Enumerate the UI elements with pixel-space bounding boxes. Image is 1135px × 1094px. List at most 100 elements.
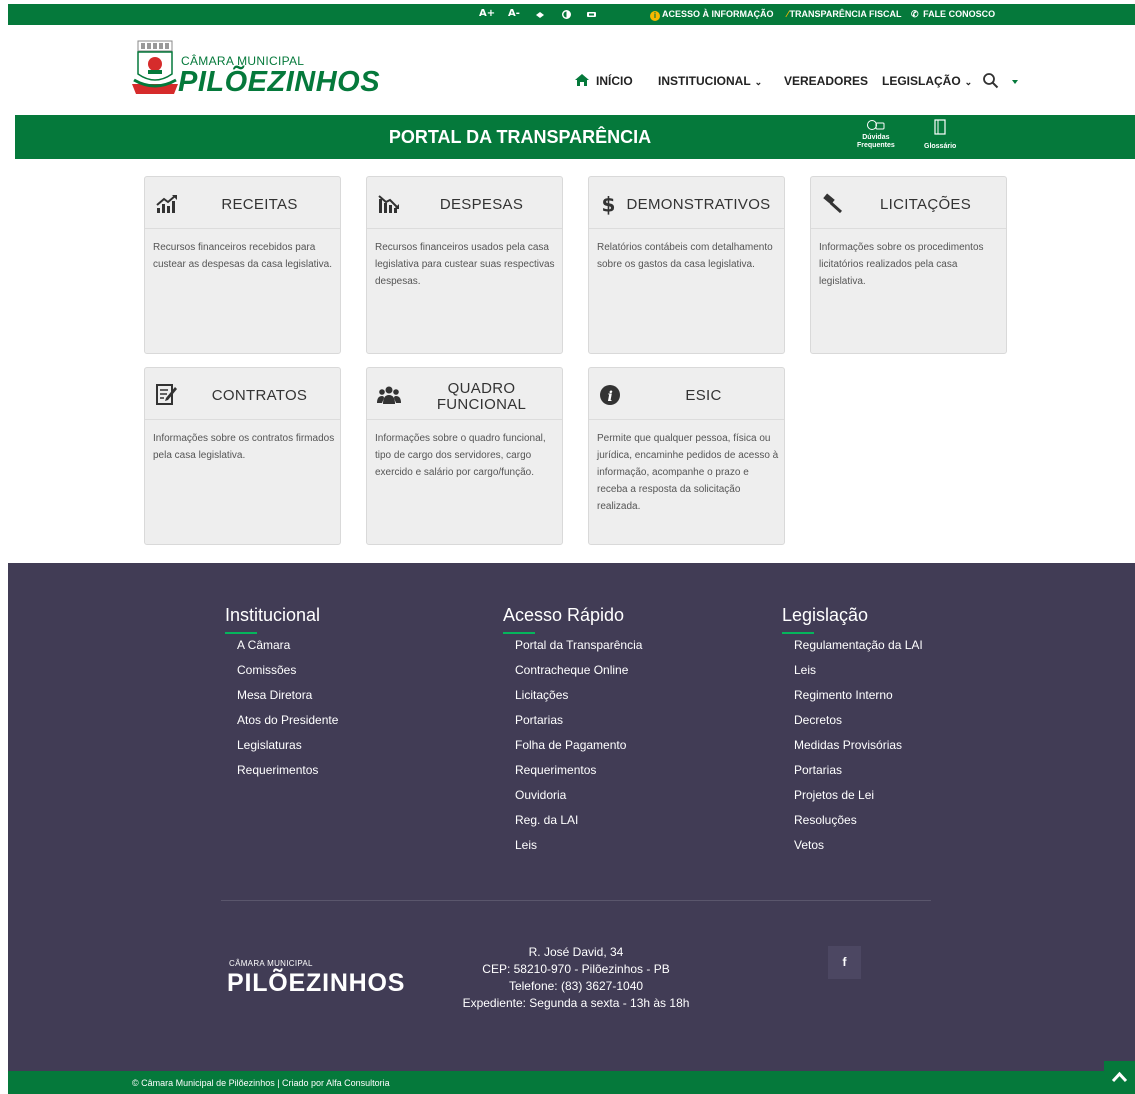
access-info-link[interactable]: i ACESSO À INFORMAÇÃO	[650, 8, 774, 21]
footer-link[interactable]: Mesa Diretora	[237, 687, 338, 712]
footer-col-quick-access: Acesso Rápido Portal da Transparência Co…	[503, 605, 642, 862]
nav-home[interactable]: INÍCIO	[596, 74, 633, 88]
sign-language-icon[interactable]	[586, 10, 597, 19]
facebook-icon[interactable]: f	[828, 946, 861, 979]
footer-link[interactable]: Portal da Transparência	[515, 637, 642, 662]
footer-link[interactable]: Contracheque Online	[515, 662, 642, 687]
card-contratos[interactable]: CONTRATOS Informações sobre os contratos…	[144, 367, 341, 545]
money-icon: ⁄	[787, 9, 789, 19]
nav-legislation[interactable]: LEGISLAÇÃO ⌄	[882, 74, 972, 88]
footer-heading: Institucional	[225, 605, 321, 625]
caret-down-icon[interactable]	[1012, 80, 1018, 84]
chevron-up-icon	[1111, 1071, 1128, 1083]
chart-down-icon	[378, 195, 399, 213]
heading-underline	[225, 632, 257, 634]
footer-link[interactable]: Portarias	[794, 762, 923, 787]
footer-link[interactable]: Decretos	[794, 712, 923, 737]
footer-address: R. José David, 34 CEP: 58210-970 - Pilõe…	[462, 945, 690, 1010]
card-header: CONTRATOS	[145, 368, 340, 420]
footer-link[interactable]: Requerimentos	[237, 762, 338, 787]
card-description: Permite que qualquer pessoa, física ou j…	[597, 433, 779, 512]
footer-link[interactable]: Reg. da LAI	[515, 812, 642, 837]
fiscal-transparency-link[interactable]: ⁄TRANSPARÊNCIA FISCAL	[787, 8, 902, 21]
card-description: Recursos financeiros usados pela casa le…	[375, 242, 555, 287]
footer-link[interactable]: Ouvidoria	[515, 787, 642, 812]
chart-up-icon	[156, 195, 177, 213]
card-quadro-funcional[interactable]: QUADRO FUNCIONAL Informações sobre o qua…	[366, 367, 563, 545]
card-description: Informações sobre os procedimentos licit…	[819, 242, 984, 287]
book-icon	[934, 119, 946, 135]
footer-heading: Acesso Rápido	[503, 605, 625, 625]
card-title: DESPESAS	[439, 196, 524, 213]
footer-link[interactable]: Medidas Provisórias	[794, 737, 923, 762]
card-description: Relatórios contábeis com detalhamento so…	[597, 242, 773, 270]
footer: Institucional A Câmara Comissões Mesa Di…	[8, 563, 1135, 1071]
card-esic[interactable]: i ESIC Permite que qualquer pessoa, físi…	[588, 367, 785, 545]
faq-icon	[866, 120, 885, 130]
card-receitas[interactable]: RECEITAS Recursos financeiros recebidos …	[144, 176, 341, 354]
glossary-link[interactable]: Glossário	[924, 119, 956, 151]
footer-col-legislation: Legislação Regulamentação da LAI Leis Re…	[782, 605, 923, 862]
footer-link[interactable]: Folha de Pagamento	[515, 737, 642, 762]
footer-link[interactable]: Projetos de Lei	[794, 787, 923, 812]
footer-link[interactable]: Leis	[794, 662, 923, 687]
accessibility-icon[interactable]	[535, 10, 545, 20]
card-header: RECEITAS	[145, 177, 340, 229]
gavel-icon	[823, 193, 843, 214]
card-header: $ DEMONSTRATIVOS	[589, 177, 784, 229]
contrast-icon[interactable]	[562, 10, 571, 19]
footer-link[interactable]: Regimento Interno	[794, 687, 923, 712]
chevron-down-icon: ⌄	[964, 77, 973, 87]
search-icon[interactable]	[982, 72, 999, 89]
footer-logo-subtitle: CÂMARA MUNICIPAL	[229, 959, 313, 968]
home-icon[interactable]	[574, 73, 590, 87]
dollar-icon: $	[602, 193, 616, 215]
footer-link[interactable]: A Câmara	[237, 637, 338, 662]
font-increase-icon[interactable]: A+	[479, 7, 495, 21]
footer-link[interactable]: Vetos	[794, 837, 923, 862]
nav-institutional[interactable]: INSTITUCIONAL ⌄	[658, 74, 762, 88]
card-despesas[interactable]: DESPESAS Recursos financeiros usados pel…	[366, 176, 563, 354]
font-decrease-icon[interactable]: A-	[508, 7, 520, 21]
card-licitacoes[interactable]: LICITAÇÕES Informações sobre os procedim…	[810, 176, 1007, 354]
heading-underline	[503, 632, 535, 634]
footer-link[interactable]: Leis	[515, 837, 642, 862]
phone-icon: ✆	[911, 9, 919, 19]
contact-link[interactable]: ✆ FALE CONOSCO	[911, 8, 995, 21]
svg-text:i: i	[608, 389, 613, 405]
card-title: ESIC	[685, 387, 722, 404]
transparency-banner: PORTAL DA TRANSPARÊNCIA Dúvidas Frequent…	[15, 115, 1135, 159]
copyright-bar: © Câmara Municipal de Pilõezinhos | Cria…	[8, 1071, 1135, 1094]
card-description: Recursos financeiros recebidos para cust…	[153, 242, 332, 270]
footer-link[interactable]: Licitações	[515, 687, 642, 712]
card-header: LICITAÇÕES	[811, 177, 1006, 229]
footer-logo-title[interactable]: PILÕEZINHOS	[227, 969, 405, 998]
nav-councilors[interactable]: VEREADORES	[784, 74, 868, 88]
info-icon: i	[650, 11, 660, 21]
coat-of-arms-logo[interactable]	[132, 40, 178, 100]
card-header: QUADRO FUNCIONAL	[367, 368, 562, 420]
top-utility-bar: A+ A- i ACESSO À INFORMAÇÃO ⁄TRANSPARÊNCI…	[8, 4, 1135, 25]
card-header: DESPESAS	[367, 177, 562, 229]
heading-underline	[782, 632, 814, 634]
users-icon	[377, 386, 401, 404]
faq-link[interactable]: Dúvidas Frequentes	[857, 119, 895, 150]
card-title: QUADRO FUNCIONAL	[436, 380, 527, 413]
footer-link[interactable]: Resoluções	[794, 812, 923, 837]
card-header: i ESIC	[589, 368, 784, 420]
footer-link[interactable]: Comissões	[237, 662, 338, 687]
card-demonstrativos[interactable]: $ DEMONSTRATIVOS Relatórios contábeis co…	[588, 176, 785, 354]
copyright-text: © Câmara Municipal de Pilõezinhos | Cria…	[132, 1078, 390, 1088]
footer-divider	[221, 900, 931, 901]
card-title: CONTRATOS	[211, 387, 308, 404]
footer-link[interactable]: Legislaturas	[237, 737, 338, 762]
logo-title[interactable]: PILÕEZINHOS	[178, 66, 380, 99]
back-to-top-button[interactable]	[1104, 1061, 1135, 1094]
footer-link[interactable]: Atos do Presidente	[237, 712, 338, 737]
chevron-down-icon: ⌄	[754, 77, 763, 87]
card-title: LICITAÇÕES	[879, 196, 972, 213]
footer-link[interactable]: Requerimentos	[515, 762, 642, 787]
footer-link[interactable]: Portarias	[515, 712, 642, 737]
footer-link[interactable]: Regulamentação da LAI	[794, 637, 923, 662]
svg-text:$: $	[602, 193, 616, 215]
